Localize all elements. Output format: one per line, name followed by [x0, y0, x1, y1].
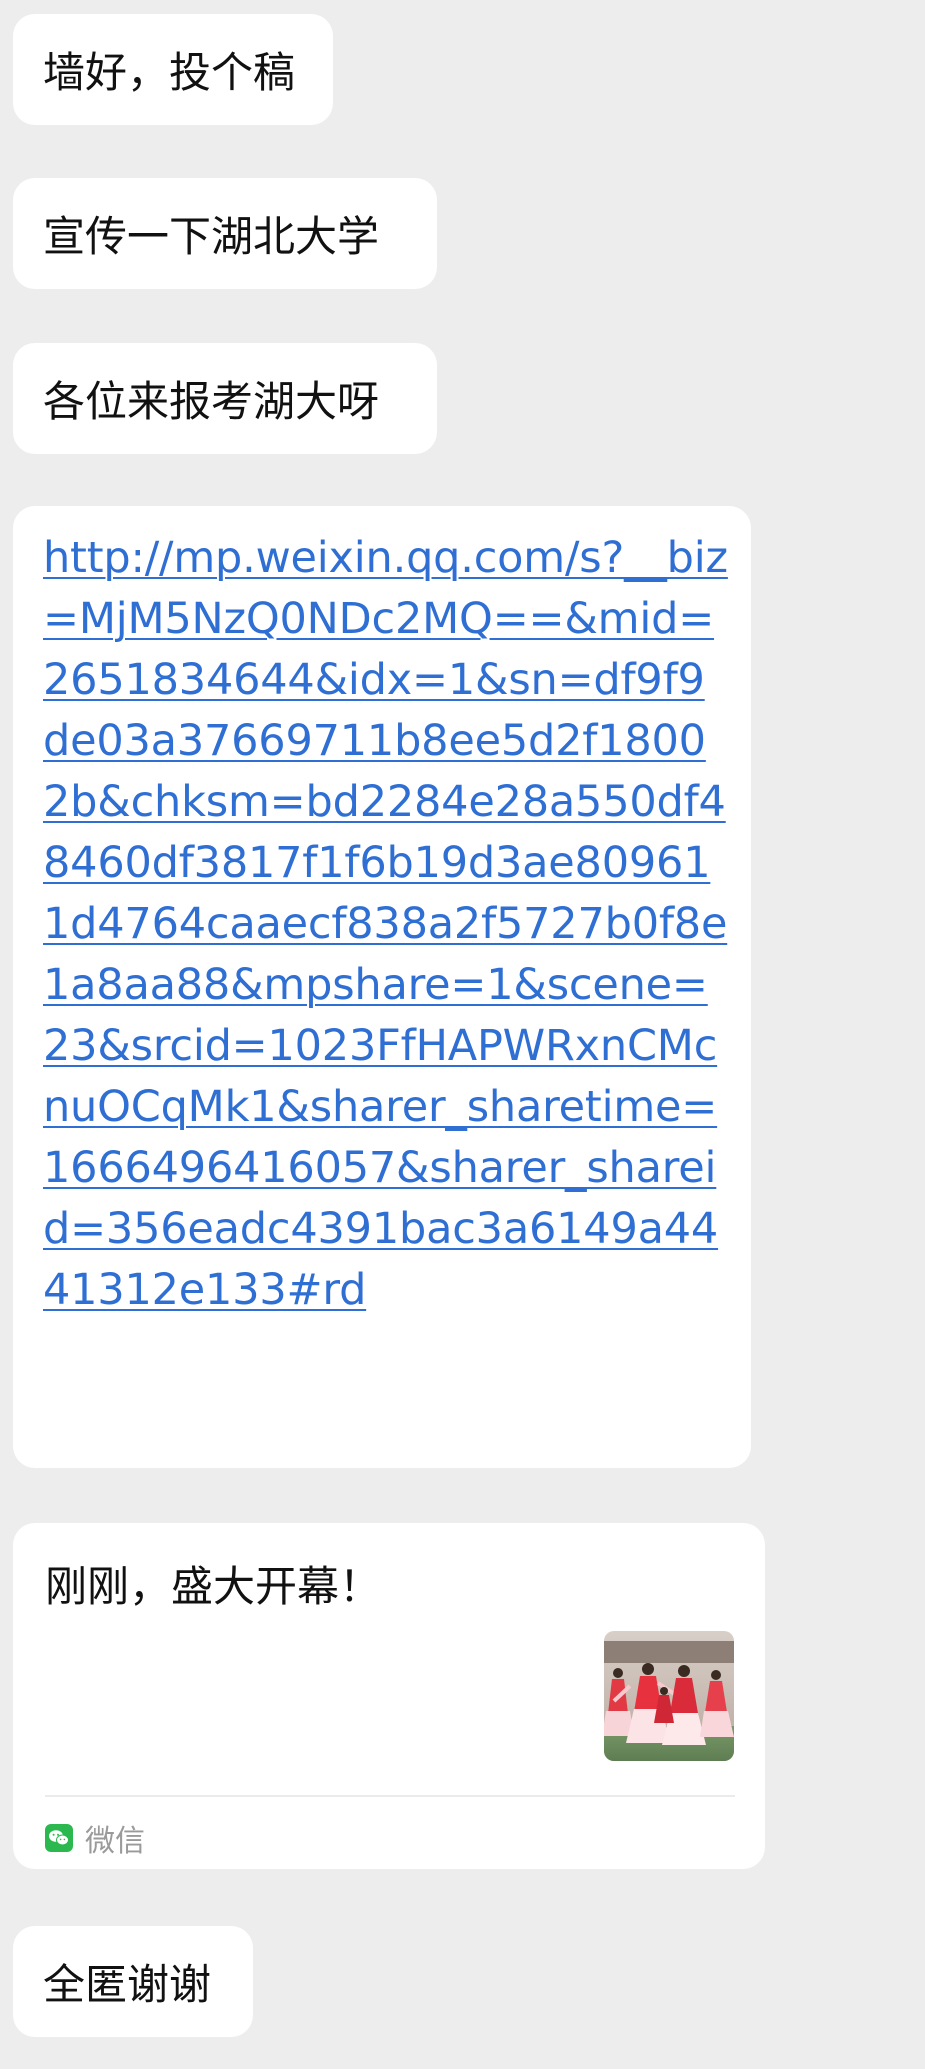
shared-link[interactable]: http://mp.weixin.qq.com/s?__biz=MjM5NzQ0…: [43, 528, 731, 1321]
article-thumbnail: [604, 1631, 734, 1761]
message-bubble[interactable]: 宣传一下湖北大学: [13, 178, 437, 289]
message-text: 各位来报考湖大呀: [43, 377, 380, 426]
message-text: 宣传一下湖北大学: [43, 212, 380, 261]
message-bubble[interactable]: 各位来报考湖大呀: [13, 343, 437, 454]
article-title: 刚刚，盛大开幕！: [45, 1562, 382, 1611]
link-message-bubble[interactable]: http://mp.weixin.qq.com/s?__biz=MjM5NzQ0…: [13, 506, 751, 1468]
message-bubble[interactable]: 全匿谢谢: [13, 1926, 253, 2037]
article-card[interactable]: 刚刚，盛大开幕！ 微信: [13, 1523, 765, 1869]
source-label: 微信: [85, 1824, 145, 1859]
message-bubble[interactable]: 墙好，投个稿: [13, 14, 333, 125]
message-text: 墙好，投个稿: [43, 48, 296, 97]
card-source: 微信: [45, 1813, 145, 1863]
wechat-icon: [45, 1824, 73, 1852]
message-text: 全匿谢谢: [43, 1960, 212, 2009]
card-divider: [45, 1795, 735, 1797]
